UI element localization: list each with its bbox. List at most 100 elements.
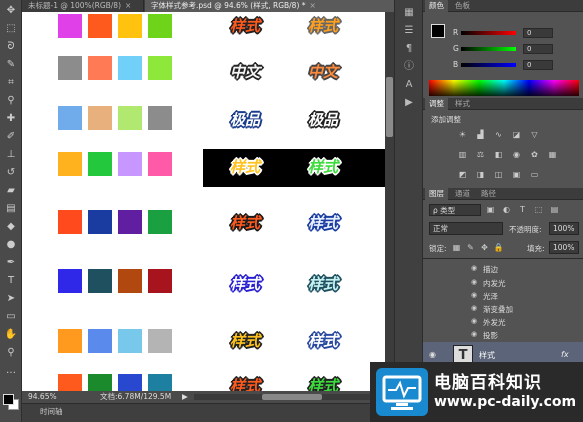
info-panel-icon[interactable]: ⓘ [401,60,417,74]
brush-tool-icon[interactable]: ✐ [4,130,18,144]
color-spectrum-ramp[interactable] [429,80,579,96]
effect-gradient-overlay[interactable]: 渐变叠加 [483,304,513,315]
status-menu-arrow-icon[interactable]: ▶ [182,391,188,403]
clone-stamp-tool-icon[interactable]: ⊥ [4,148,18,162]
document-canvas[interactable]: 样式 样式 中文 中文 极品 极品 样式 样式 样式 样式 样式 样式 样式 样式 样式 样式 [22,12,385,391]
exposure-icon[interactable]: ◪ [511,130,522,140]
zoom-tool-icon[interactable]: ⚲ [4,346,18,360]
timeline-panel[interactable]: 时间轴 [22,403,394,422]
marquee-tool-icon[interactable]: ⬚ [4,22,18,36]
threshold-icon[interactable]: ◫ [493,170,504,180]
move-tool-icon[interactable]: ✥ [4,4,18,18]
close-icon[interactable]: × [125,1,131,10]
eye-icon[interactable]: ◉ [471,317,477,325]
color-lookup-icon[interactable]: ▦ [547,150,558,160]
more-tools-icon[interactable]: … [4,364,18,378]
blue-slider[interactable]: B 0 [453,60,553,70]
color-balance-icon[interactable]: ⚖ [475,150,486,160]
levels-icon[interactable]: ▟ [475,130,486,140]
tab-untitled[interactable]: 未标题-1 @ 100%(RGB/8) × [22,0,144,12]
invert-icon[interactable]: ◩ [457,170,468,180]
tab-adjustments[interactable]: 调整 [425,98,448,110]
quick-select-tool-icon[interactable]: ✎ [4,58,18,72]
tab-channels[interactable]: 通道 [451,188,474,200]
tab-style-reference[interactable]: 字体样式参考.psd @ 94.6% (样式, RGB/8) * × [145,0,394,12]
layer-filter-select[interactable]: ρ 类型 [429,204,481,216]
blur-tool-icon[interactable]: ◆ [4,220,18,234]
curves-icon[interactable]: ∿ [493,130,504,140]
type-tool-icon[interactable]: T [4,274,18,288]
channel-mixer-icon[interactable]: ✿ [529,150,540,160]
red-track[interactable] [461,31,516,35]
layer-fx-badge[interactable]: fx [561,350,569,359]
foreground-color-chip[interactable] [431,24,445,38]
close-icon[interactable]: × [310,1,316,10]
tab-styles[interactable]: 样式 [451,98,474,110]
filter-type-icon[interactable]: T [517,205,528,215]
black-white-icon[interactable]: ◧ [493,150,504,160]
foreground-color-swatch[interactable] [3,394,14,405]
eraser-tool-icon[interactable]: ▰ [4,184,18,198]
eye-icon[interactable]: ◉ [471,304,477,312]
fill-input[interactable]: 100% [549,241,579,254]
character-panel-icon[interactable]: A [401,78,417,92]
eye-icon[interactable]: ◉ [471,330,477,338]
healing-brush-tool-icon[interactable]: ✚ [4,112,18,126]
effect-drop-shadow[interactable]: 投影 [483,330,498,341]
eye-icon[interactable]: ◉ [471,278,477,286]
eye-icon[interactable]: ◉ [471,291,477,299]
effect-outer-glow[interactable]: 外发光 [483,317,506,328]
effect-satin[interactable]: 光泽 [483,291,498,302]
actions-panel-icon[interactable]: ▶ [401,96,417,110]
tab-paths[interactable]: 路径 [477,188,500,200]
blend-mode-select[interactable]: 正常 [429,222,503,235]
gradient-map-icon[interactable]: ▭ [529,170,540,180]
path-select-tool-icon[interactable]: ➤ [4,292,18,306]
photo-filter-icon[interactable]: ◉ [511,150,522,160]
scrollbar-thumb[interactable] [386,77,393,137]
opacity-input[interactable]: 100% [549,222,579,235]
lock-all-icon[interactable]: 🔒 [493,243,504,253]
filter-smart-object-icon[interactable]: ▤ [549,205,560,215]
brightness-contrast-icon[interactable]: ☀ [457,130,468,140]
horizontal-scrollbar-thumb[interactable] [262,394,322,400]
tab-swatches[interactable]: 色板 [451,0,474,12]
vibrance-icon[interactable]: ▽ [529,130,540,140]
posterize-icon[interactable]: ◨ [475,170,486,180]
effect-inner-glow[interactable]: 内发光 [483,278,506,289]
gradient-tool-icon[interactable]: ▤ [4,202,18,216]
pen-tool-icon[interactable]: ✒ [4,256,18,270]
crop-tool-icon[interactable]: ⌗ [4,76,18,90]
vertical-scrollbar[interactable] [385,12,394,391]
history-brush-tool-icon[interactable]: ↺ [4,166,18,180]
zoom-level[interactable]: 94.65% [28,391,57,403]
red-slider[interactable]: R 0 [453,28,553,38]
history-panel-icon[interactable]: ▦ [401,6,417,20]
filter-adjustment-icon[interactable]: ◐ [501,205,512,215]
paragraph-panel-icon[interactable]: ¶ [401,42,417,56]
eye-icon[interactable]: ◉ [429,350,436,359]
green-track[interactable] [461,47,516,51]
effect-stroke[interactable]: 描边 [483,264,498,275]
green-slider[interactable]: G 0 [453,44,553,54]
hand-tool-icon[interactable]: ✋ [4,328,18,342]
selective-color-icon[interactable]: ▣ [511,170,522,180]
blue-value[interactable]: 0 [523,60,553,70]
lasso-tool-icon[interactable]: ᘐ [4,40,18,54]
eyedropper-tool-icon[interactable]: ⚲ [4,94,18,108]
properties-panel-icon[interactable]: ☰ [401,24,417,38]
blue-track[interactable] [461,63,516,67]
layer-name[interactable]: 样式 [479,350,495,361]
rectangle-tool-icon[interactable]: ▭ [4,310,18,324]
dodge-tool-icon[interactable]: ● [4,238,18,252]
lock-transparency-icon[interactable]: ▦ [451,243,462,253]
lock-position-icon[interactable]: ✥ [479,243,490,253]
green-value[interactable]: 0 [523,44,553,54]
filter-shape-icon[interactable]: ⬚ [533,205,544,215]
hue-saturation-icon[interactable]: ▥ [457,150,468,160]
tab-layers[interactable]: 图层 [425,188,448,200]
red-value[interactable]: 0 [523,28,553,38]
lock-pixels-icon[interactable]: ✎ [465,243,476,253]
tab-color[interactable]: 颜色 [425,0,448,12]
eye-icon[interactable]: ◉ [471,264,477,272]
